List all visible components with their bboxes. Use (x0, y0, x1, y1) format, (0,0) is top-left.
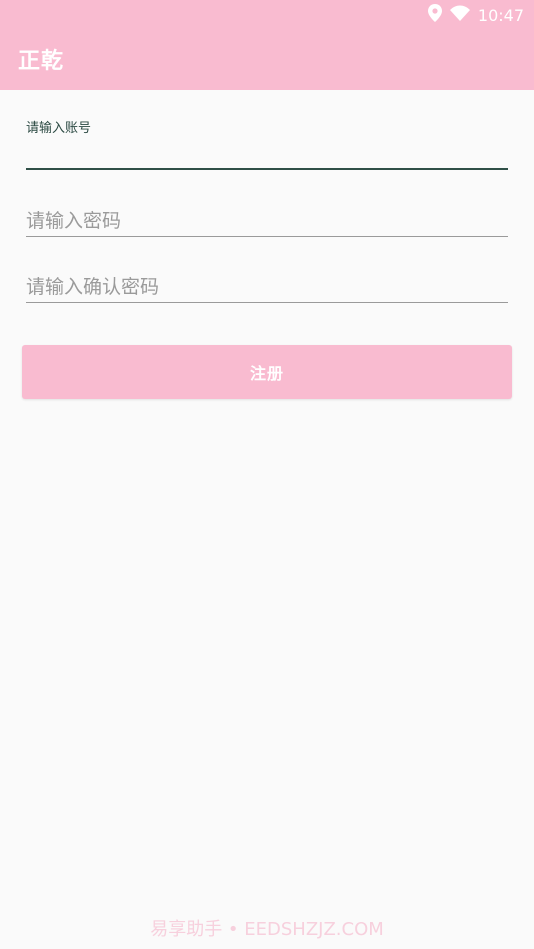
password-placeholder: 请输入密码 (26, 210, 122, 232)
app-bar: 10:47 正乾 (0, 0, 534, 90)
account-underline (26, 168, 508, 170)
wifi-icon (449, 5, 470, 25)
register-button[interactable]: 注册 (22, 345, 512, 399)
password-field[interactable]: 请输入密码 (26, 205, 508, 239)
confirm-password-field[interactable]: 请输入确认密码 (26, 271, 508, 305)
status-bar: 10:47 (427, 4, 524, 26)
account-field[interactable]: 请输入账号 (26, 117, 508, 173)
account-label: 请输入账号 (26, 121, 92, 136)
status-time: 10:47 (477, 5, 524, 25)
location-icon (427, 4, 442, 26)
watermark: 易享助手 • EEDSHZJZ.COM (150, 919, 384, 940)
confirm-password-underline (26, 302, 508, 303)
password-underline (26, 236, 508, 237)
page-title: 正乾 (18, 49, 65, 74)
confirm-password-placeholder: 请输入确认密码 (26, 276, 160, 298)
